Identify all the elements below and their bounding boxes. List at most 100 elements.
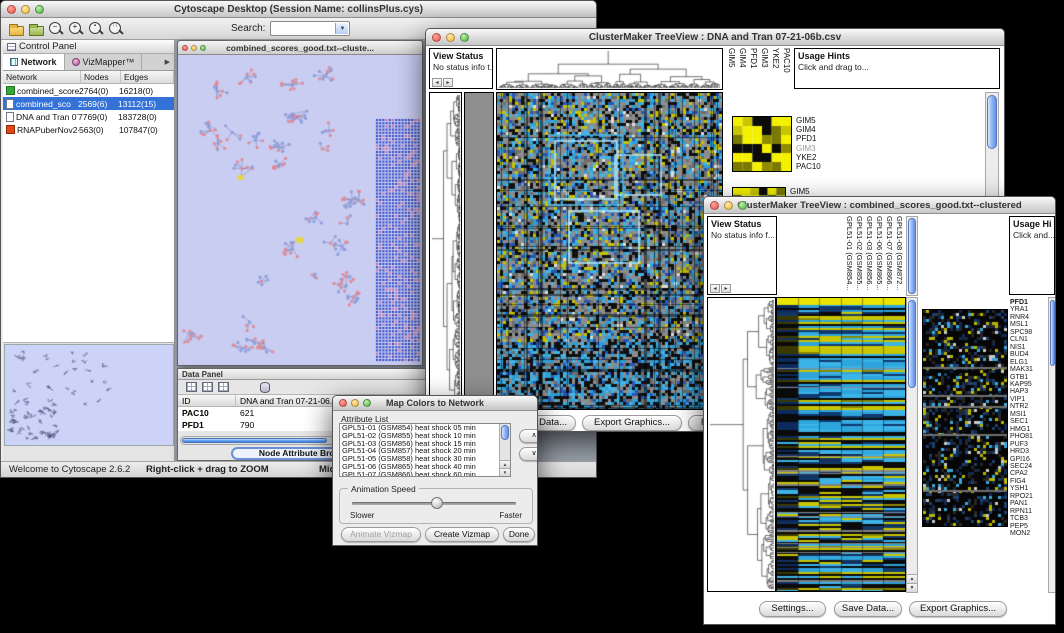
minimize-icon[interactable] <box>351 399 359 407</box>
search-input[interactable]: ▼ <box>270 21 350 36</box>
gene-label[interactable]: GTB1 <box>1010 374 1048 381</box>
close-icon[interactable] <box>339 399 347 407</box>
gene-label[interactable]: ELG1 <box>1010 359 1048 366</box>
tab-network[interactable]: Network <box>3 54 65 70</box>
gene-label[interactable]: PUF3 <box>1010 441 1048 448</box>
gene-label[interactable]: HRD3 <box>1010 448 1048 455</box>
zoom-out-icon[interactable] <box>47 20 65 37</box>
gene-label[interactable]: YRA1 <box>1010 306 1048 313</box>
gene-label[interactable]: MON2 <box>1010 530 1048 537</box>
scroll-up-icon[interactable]: ▲ <box>500 460 510 468</box>
cytoscape-titlebar[interactable]: Cytoscape Desktop (Session Name: collins… <box>1 1 596 18</box>
row-dendrogram[interactable] <box>429 92 462 410</box>
gene-label[interactable]: PFD1 <box>1010 299 1048 306</box>
gene-label[interactable]: PHO81 <box>1010 433 1048 440</box>
create-vizmap-button[interactable]: Create Vizmap <box>425 527 499 542</box>
nav-right-icon[interactable]: ▸ <box>721 284 731 293</box>
zoom-fit-icon[interactable] <box>87 20 105 37</box>
gene-label[interactable]: YSH1 <box>1010 485 1048 492</box>
gene-label[interactable]: FIG4 <box>1010 478 1048 485</box>
scrollbar-thumb[interactable] <box>501 425 509 440</box>
close-icon[interactable] <box>432 33 441 42</box>
maximize-icon[interactable] <box>738 201 747 210</box>
maximize-icon[interactable] <box>200 45 206 51</box>
network-list-row[interactable]: combined_sco2569(6)13112(15) <box>3 97 174 110</box>
scroll-up-icon[interactable]: ▲ <box>907 574 917 583</box>
column-edges[interactable]: Edges <box>121 71 174 84</box>
move-up-button[interactable]: ∧ <box>519 429 538 443</box>
network-canvas[interactable] <box>178 55 422 365</box>
treeview1-titlebar[interactable]: ClusterMaker TreeView : DNA and Tran 07-… <box>426 29 1004 46</box>
row-dendrogram[interactable] <box>707 297 776 592</box>
zoom-selected-icon[interactable] <box>107 20 125 37</box>
close-icon[interactable] <box>7 5 16 14</box>
scroll-down-icon[interactable]: ▼ <box>500 468 510 476</box>
create-attribute-icon[interactable] <box>202 382 213 392</box>
maximize-icon[interactable] <box>460 33 469 42</box>
chevron-down-icon[interactable]: ▼ <box>335 23 348 34</box>
network-list-row[interactable]: combined_scores2764(0)16218(0) <box>3 84 174 97</box>
close-icon[interactable] <box>182 45 188 51</box>
nav-right-icon[interactable]: ▸ <box>443 78 453 87</box>
network-view-titlebar[interactable]: combined_scores_good.txt--cluste... <box>178 41 422 55</box>
import-icon[interactable] <box>27 20 45 37</box>
done-button[interactable]: Done <box>503 527 535 542</box>
gene-label[interactable]: SEC1 <box>1010 418 1048 425</box>
heatmap[interactable] <box>776 297 906 592</box>
gene-label[interactable]: CLN1 <box>1010 336 1048 343</box>
scrollbar-thumb[interactable] <box>987 95 997 149</box>
gene-label[interactable]: NIS1 <box>1010 344 1048 351</box>
scroll-down-icon[interactable]: ▼ <box>907 583 917 592</box>
gene-label[interactable]: BUD4 <box>1010 351 1048 358</box>
heatmap-vscrollbar[interactable]: ▲ ▼ <box>906 297 918 593</box>
speed-slider[interactable] <box>352 502 516 505</box>
maximize-icon[interactable] <box>35 5 44 14</box>
label-vscrollbar[interactable] <box>906 216 918 296</box>
gene-label[interactable]: RNR4 <box>1010 314 1048 321</box>
scrollbar-thumb[interactable] <box>182 438 327 443</box>
gene-label[interactable]: VIP1 <box>1010 396 1048 403</box>
scrollbar-thumb[interactable] <box>1050 300 1055 366</box>
column-id[interactable]: ID <box>178 395 236 407</box>
list-scrollbar[interactable]: ▲ ▼ <box>499 424 510 476</box>
gene-label[interactable]: MAK31 <box>1010 366 1048 373</box>
slider-thumb[interactable] <box>431 497 443 509</box>
column-network[interactable]: Network <box>3 71 81 84</box>
gene-label[interactable]: MSL1 <box>1010 321 1048 328</box>
tab-overflow-arrow-icon[interactable]: ▶ <box>165 54 174 70</box>
gene-label[interactable]: CPA2 <box>1010 470 1048 477</box>
gene-label[interactable]: SPC98 <box>1010 329 1048 336</box>
nav-left-icon[interactable]: ◂ <box>432 78 442 87</box>
gene-label[interactable]: GPI16 <box>1010 456 1048 463</box>
tab-vizmapper[interactable]: VizMapper™ <box>65 54 143 70</box>
gene-label[interactable]: HMG1 <box>1010 426 1048 433</box>
network-list-row[interactable]: DNA and Tran 077769(0)183728(0) <box>3 110 174 123</box>
gene-label[interactable]: PAN1 <box>1010 500 1048 507</box>
delete-attribute-icon[interactable] <box>218 382 229 392</box>
minimize-icon[interactable] <box>724 201 733 210</box>
maximize-icon[interactable] <box>363 399 371 407</box>
move-down-button[interactable]: ∨ <box>519 447 538 461</box>
gene-label[interactable]: TCB3 <box>1010 515 1048 522</box>
minimize-icon[interactable] <box>191 45 197 51</box>
settings-button[interactable]: Settings... <box>759 601 826 617</box>
database-icon[interactable] <box>260 382 270 393</box>
heatmap[interactable] <box>496 92 723 410</box>
close-icon[interactable] <box>710 201 719 210</box>
minimize-icon[interactable] <box>446 33 455 42</box>
open-folder-icon[interactable] <box>7 20 25 37</box>
treeview2-titlebar[interactable]: ClusterMaker TreeView : combined_scores_… <box>704 197 1055 214</box>
attribute-list-item[interactable]: GPL51-07 (GSM866) heat shock 60 min <box>340 471 499 476</box>
secondary-heatmap[interactable] <box>922 309 1008 527</box>
gene-list-vscrollbar[interactable] <box>1048 297 1056 593</box>
minimize-icon[interactable] <box>21 5 30 14</box>
gene-label[interactable]: KAP95 <box>1010 381 1048 388</box>
gene-label[interactable]: RPO21 <box>1010 493 1048 500</box>
gene-label[interactable]: HAP3 <box>1010 388 1048 395</box>
gene-label[interactable]: RPN11 <box>1010 508 1048 515</box>
gene-label[interactable]: SEC24 <box>1010 463 1048 470</box>
gene-label[interactable]: MSI1 <box>1010 411 1048 418</box>
select-attributes-icon[interactable] <box>186 382 197 392</box>
export-graphics-button[interactable]: Export Graphics... <box>909 601 1007 617</box>
correlation-matrix-1[interactable] <box>732 116 792 172</box>
